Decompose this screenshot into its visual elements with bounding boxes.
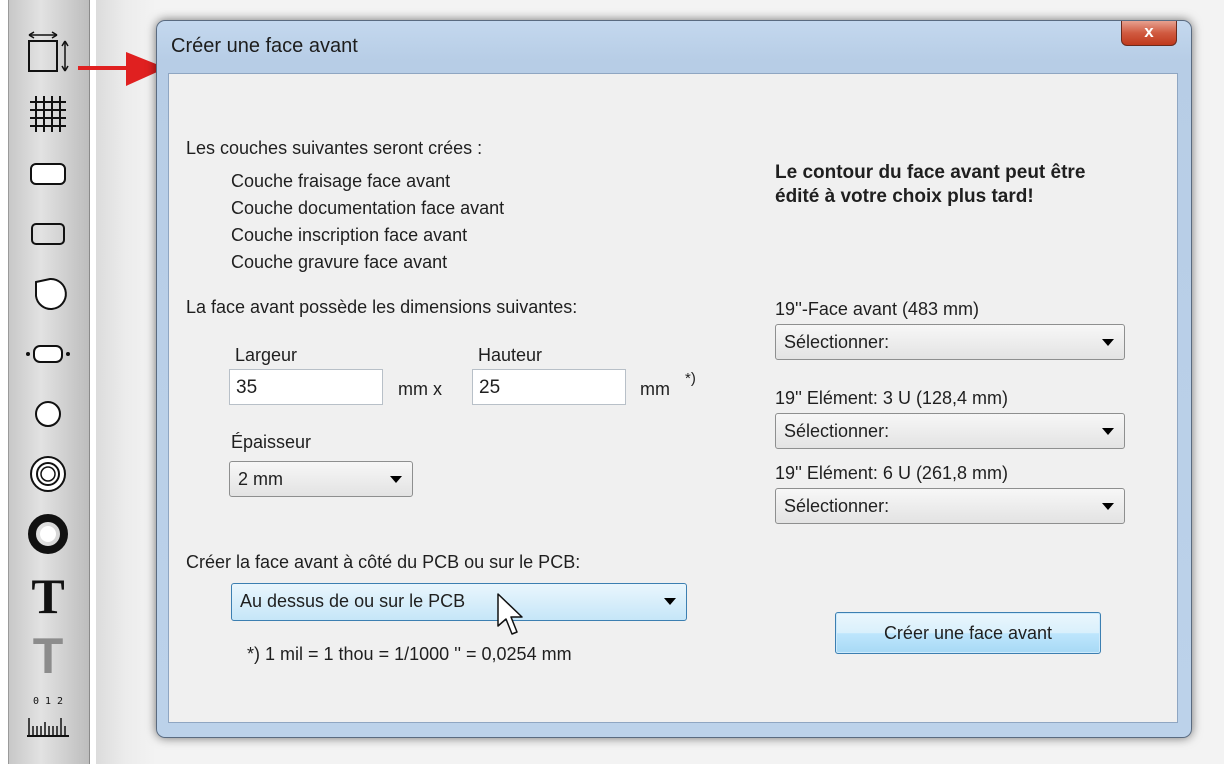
close-button[interactable]: x <box>1121 21 1177 46</box>
create-front-panel-button[interactable]: Créer une face avant <box>835 612 1101 654</box>
preset2-select[interactable]: Sélectionner: <box>775 413 1125 449</box>
preset1-select-value: Sélectionner: <box>784 332 890 352</box>
dialog-title: Créer une face avant <box>171 35 358 57</box>
grid-icon[interactable] <box>22 88 74 140</box>
preset3-select[interactable]: Sélectionner: <box>775 488 1125 524</box>
placement-select-value: Au dessus de ou sur le PCB <box>240 591 466 611</box>
ring-icon[interactable] <box>22 448 74 500</box>
layer-item: Couche fraisage face avant <box>231 171 451 191</box>
height-input[interactable]: 25 <box>472 369 626 405</box>
oval-pad-icon[interactable] <box>22 328 74 380</box>
preset1-select[interactable]: Sélectionner: <box>775 324 1125 360</box>
placement-label: Créer la face avant à côté du PCB ou sur… <box>186 552 581 572</box>
chevron-down-icon <box>390 476 402 483</box>
chevron-down-icon <box>664 598 676 605</box>
red-arrow-icon <box>78 52 166 86</box>
front-panel-tool-icon[interactable] <box>22 28 74 80</box>
round-pad-icon[interactable] <box>22 268 74 320</box>
contour-note: Le contour du face avant peut être édité… <box>775 162 1086 207</box>
preset2-select-value: Sélectionner: <box>784 421 890 441</box>
svg-text:T: T <box>33 629 64 679</box>
preset2-label: 19'' Elément: 3 U (128,4 mm) <box>775 388 1008 408</box>
dialog-content: Les couches suivantes seront crées : Cou… <box>168 73 1178 723</box>
thickness-select[interactable]: 2 mm <box>229 461 413 497</box>
text-bold-icon[interactable]: T <box>22 568 74 620</box>
unit-footnote: *) 1 mil = 1 thou = 1/1000 '' = 0,0254 m… <box>247 644 572 664</box>
preset3-label: 19'' Elément: 6 U (261,8 mm) <box>775 463 1008 483</box>
rect-pad-icon[interactable] <box>22 208 74 260</box>
layers-intro: Les couches suivantes seront crées : <box>186 138 483 158</box>
width-input[interactable]: 35 <box>229 369 383 405</box>
rounded-rect-icon[interactable] <box>22 148 74 200</box>
chevron-down-icon <box>1102 503 1114 510</box>
footnote-mark: *) <box>685 370 696 387</box>
text-gray-icon[interactable]: T <box>22 628 74 680</box>
placement-select[interactable]: Au dessus de ou sur le PCB <box>231 583 687 621</box>
circle-icon[interactable] <box>22 388 74 440</box>
unit-mm-label: mm <box>640 379 670 399</box>
svg-text:T: T <box>31 569 64 619</box>
thick-ring-icon[interactable] <box>22 508 74 560</box>
chevron-down-icon <box>1102 339 1114 346</box>
ruler-icon[interactable]: 0 1 2 <box>22 692 74 744</box>
tool-palette: T T 0 1 2 <box>0 0 96 764</box>
preset3-select-value: Sélectionner: <box>784 496 890 516</box>
layer-item: Couche gravure face avant <box>231 252 448 272</box>
width-label: Largeur <box>235 345 298 365</box>
layer-item: Couche inscription face avant <box>231 225 468 245</box>
preset1-label: 19''-Face avant (483 mm) <box>775 299 979 319</box>
unit-x-label: mm x <box>398 379 442 399</box>
chevron-down-icon <box>1102 428 1114 435</box>
mouse-cursor-icon <box>497 593 523 635</box>
create-front-panel-dialog: Créer une face avant x Les couches suiva… <box>156 20 1192 738</box>
dimensions-intro: La face avant possède les dimensions sui… <box>186 297 578 317</box>
thickness-label: Épaisseur <box>231 432 312 452</box>
layer-item: Couche documentation face avant <box>231 198 505 218</box>
height-label: Hauteur <box>478 345 543 365</box>
ruler-numbers: 0 1 2 <box>33 696 63 707</box>
thickness-select-value: 2 mm <box>238 469 283 489</box>
